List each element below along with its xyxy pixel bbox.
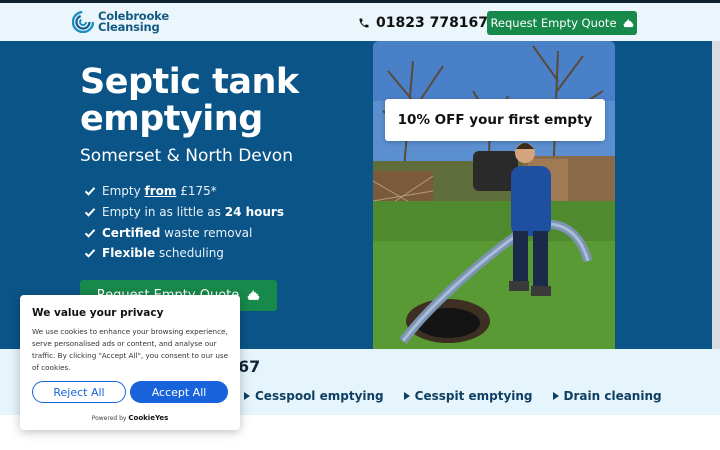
services-nav: Cesspool emptying Cesspit emptying Drain… (244, 389, 662, 403)
benefit-item: Empty in as little as 24 hours (84, 202, 284, 223)
page-title-line-2: emptying (80, 99, 263, 139)
service-link-cesspool[interactable]: Cesspool emptying (244, 389, 384, 403)
cookie-title: We value your privacy (32, 307, 164, 319)
poop-icon (623, 18, 633, 27)
price-link[interactable]: from (145, 184, 177, 198)
service-link-drain-cleaning[interactable]: Drain cleaning (552, 389, 662, 403)
check-icon (84, 249, 96, 259)
benefit-item: Certified waste removal (84, 222, 284, 243)
page-title-line-1: Septic tank (80, 62, 299, 102)
hero-photo (373, 41, 615, 361)
check-icon (84, 208, 96, 217)
phone-icon (359, 18, 369, 28)
reject-all-button[interactable]: Reject All (32, 381, 126, 403)
header-cta-label: Request Empty Quote (490, 16, 617, 30)
check-icon (84, 187, 96, 197)
benefit-item: Empty from £175* (84, 181, 284, 202)
caret-right-icon (403, 392, 410, 400)
page-title: Septic tank emptying (80, 64, 299, 138)
strip-phone-number[interactable]: 67 (238, 357, 260, 376)
header-phone-number: 01823 778167 (376, 15, 489, 31)
hero-subtitle: Somerset & North Devon (80, 146, 293, 166)
logo[interactable]: Colebrooke Cleansing (72, 10, 169, 34)
check-icon (84, 228, 96, 238)
offer-badge: 10% OFF your first empty (385, 99, 605, 141)
cookie-consent-banner: We value your privacy We use cookies to … (20, 295, 240, 430)
logo-swirl-icon (72, 11, 94, 33)
benefit-list: Empty from £175* Empty in as little as 2… (84, 181, 284, 264)
caret-right-icon (552, 392, 559, 400)
poop-icon (247, 290, 260, 300)
caret-right-icon (244, 392, 250, 400)
cookie-description: We use cookies to enhance your browsing … (32, 327, 229, 372)
cookieyes-link[interactable]: CookieYes (128, 414, 168, 422)
powered-by: Powered by CookieYes (91, 414, 169, 422)
header-phone-link[interactable]: 01823 778167 (358, 15, 488, 31)
service-link-cesspit[interactable]: Cesspit emptying (403, 389, 533, 403)
accept-all-button[interactable]: Accept All (130, 381, 228, 403)
benefit-item: Flexible scheduling (84, 243, 284, 264)
site-header: Colebrooke Cleansing 01823 778167 Reques… (0, 3, 720, 41)
header-request-quote-button[interactable]: Request Empty Quote (487, 11, 637, 35)
logo-line-2: Cleansing (98, 20, 160, 34)
hero-edge (712, 41, 720, 349)
septic-worker-image (373, 41, 615, 361)
